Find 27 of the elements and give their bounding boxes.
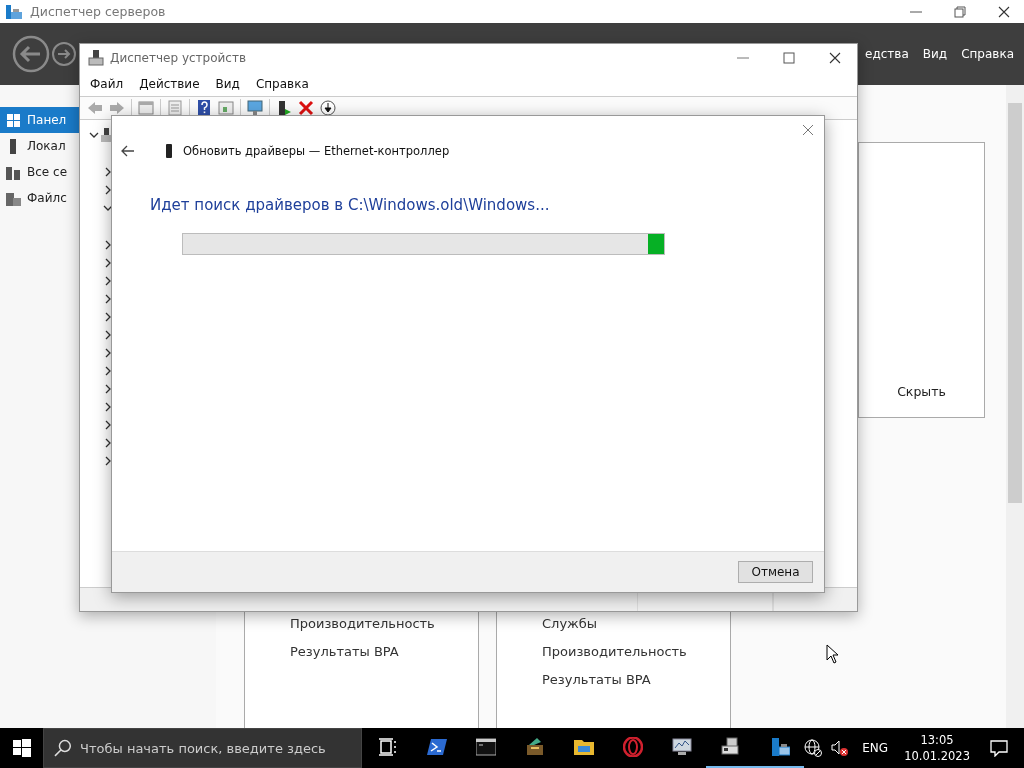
menu-item[interactable]: Действие: [139, 77, 200, 91]
window-title: Диспетчер устройств: [110, 51, 246, 65]
sidebar-item[interactable]: Все се: [0, 159, 79, 185]
tile-link[interactable]: Службы: [542, 614, 730, 633]
sidebar-item[interactable]: Файлс: [0, 185, 79, 211]
tile-link[interactable]: Результаты BPA: [290, 642, 478, 661]
menu-item[interactable]: едства: [865, 47, 909, 61]
status-heading: Идет поиск драйверов в C:\Windows.old\Windows...: [150, 196, 551, 214]
menu-item[interactable]: Вид: [922, 47, 948, 61]
tile-link[interactable]: Производительность: [542, 642, 730, 661]
menu-item[interactable]: Справка: [961, 47, 1014, 61]
clock-time[interactable]: 13:05: [920, 732, 954, 748]
hide-link[interactable]: Скрыть: [897, 384, 946, 399]
menu-item[interactable]: Вид: [215, 77, 240, 91]
dialog-title: Обновить драйверы — Ethernet-контроллер: [183, 144, 450, 158]
sidebar-item[interactable]: Панел: [0, 107, 79, 133]
sidebar-item[interactable]: Локал: [0, 133, 79, 159]
search-box[interactable]: Чтобы начать поиск, введите здесь: [43, 728, 363, 768]
search-field[interactable]: Чтобы начать поиск, введите здесь: [80, 740, 362, 756]
tile-link[interactable]: Производительность: [290, 614, 478, 633]
tile-link[interactable]: Результаты BPA: [542, 670, 730, 689]
clock-date[interactable]: 10.01.2023: [904, 748, 970, 764]
cancel-button[interactable]: Отмена: [738, 561, 813, 583]
menu-item[interactable]: Файл: [90, 77, 124, 91]
language-indicator[interactable]: ENG: [862, 741, 889, 755]
menu-item[interactable]: Справка: [255, 77, 309, 91]
window-title: Диспетчер серверов: [30, 4, 166, 19]
